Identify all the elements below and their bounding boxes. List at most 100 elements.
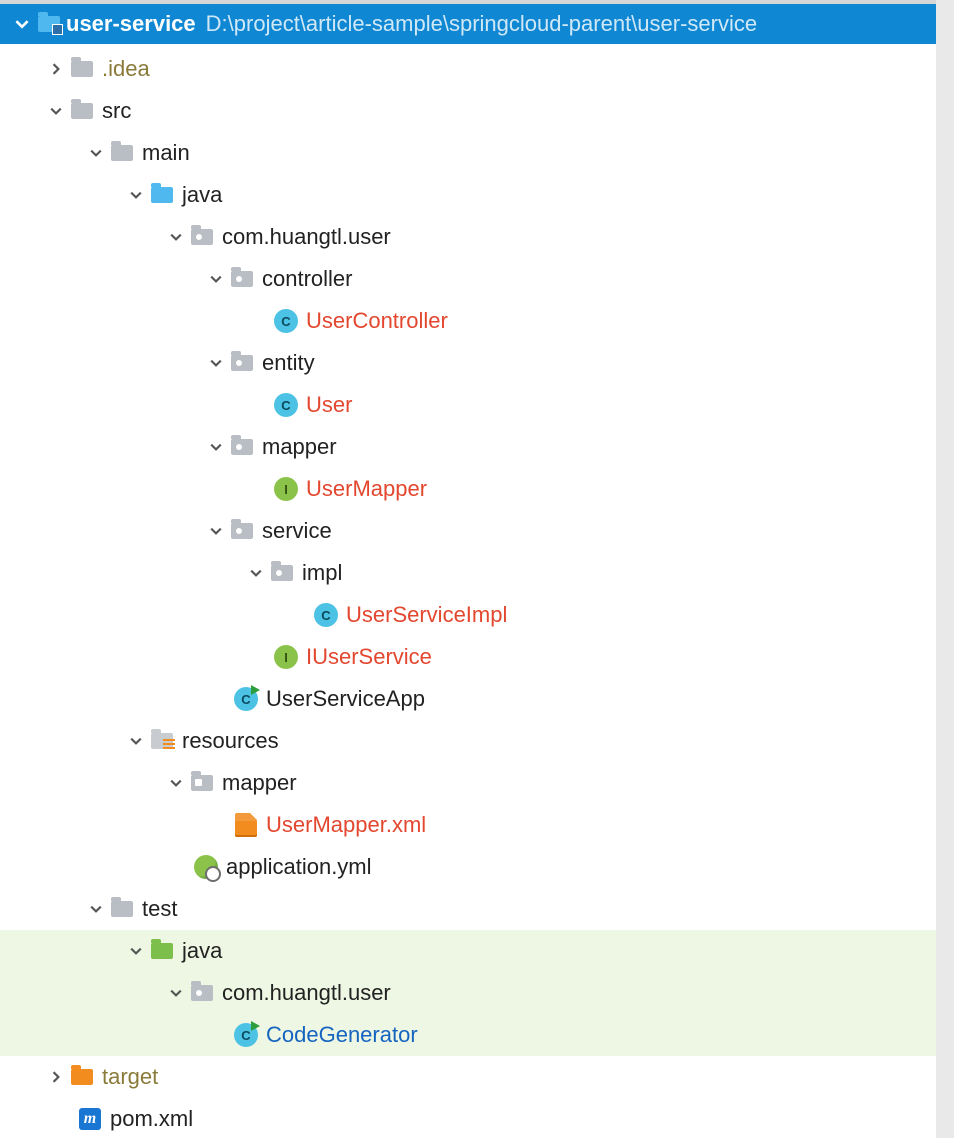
- xml-file-icon: [232, 813, 260, 837]
- tree-node-code-generator[interactable]: C CodeGenerator: [0, 1014, 954, 1056]
- module-icon: [38, 16, 60, 32]
- resources-folder-icon: [148, 733, 176, 749]
- tree-node-mapper[interactable]: mapper: [0, 426, 954, 468]
- class-icon: C: [272, 393, 300, 417]
- tree-node-user-service-app[interactable]: C UserServiceApp: [0, 678, 954, 720]
- tree-node-resources-mapper[interactable]: mapper: [0, 762, 954, 804]
- runnable-class-icon: C: [232, 687, 260, 711]
- tree-node-target[interactable]: target: [0, 1056, 954, 1098]
- interface-icon: I: [272, 645, 300, 669]
- node-label: UserServiceApp: [266, 686, 425, 712]
- tree-node-user-service-impl[interactable]: C UserServiceImpl: [0, 594, 954, 636]
- node-label: java: [182, 182, 222, 208]
- tree-node-java-main[interactable]: java: [0, 174, 954, 216]
- node-label: User: [306, 392, 352, 418]
- tree-node-package-main[interactable]: com.huangtl.user: [0, 216, 954, 258]
- chevron-down-icon[interactable]: [164, 987, 188, 999]
- node-label: mapper: [222, 770, 297, 796]
- folder-icon: [108, 901, 136, 917]
- package-icon: [188, 229, 216, 245]
- node-label: test: [142, 896, 177, 922]
- chevron-down-icon[interactable]: [204, 357, 228, 369]
- node-label: target: [102, 1064, 158, 1090]
- chevron-down-icon[interactable]: [124, 945, 148, 957]
- project-root-header[interactable]: user-service D:\project\article-sample\s…: [0, 4, 954, 44]
- package-icon: [228, 271, 256, 287]
- folder-icon: [108, 145, 136, 161]
- chevron-down-icon[interactable]: [84, 903, 108, 915]
- project-tree[interactable]: .idea src main java: [0, 44, 954, 1138]
- tree-node-idea[interactable]: .idea: [0, 48, 954, 90]
- tree-node-entity[interactable]: entity: [0, 342, 954, 384]
- tree-node-main[interactable]: main: [0, 132, 954, 174]
- node-label: controller: [262, 266, 352, 292]
- tree-node-user[interactable]: C User: [0, 384, 954, 426]
- chevron-down-icon[interactable]: [84, 147, 108, 159]
- node-label: mapper: [262, 434, 337, 460]
- node-label: UserController: [306, 308, 448, 334]
- tree-node-src[interactable]: src: [0, 90, 954, 132]
- chevron-down-icon[interactable]: [244, 567, 268, 579]
- tree-node-pom-xml[interactable]: m pom.xml: [0, 1098, 954, 1138]
- module-name: user-service: [66, 11, 196, 37]
- node-label: UserMapper: [306, 476, 427, 502]
- node-label: src: [102, 98, 131, 124]
- tree-node-package-test[interactable]: com.huangtl.user: [0, 972, 954, 1014]
- tree-node-user-mapper-xml[interactable]: UserMapper.xml: [0, 804, 954, 846]
- tree-node-user-controller[interactable]: C UserController: [0, 300, 954, 342]
- tree-node-test[interactable]: test: [0, 888, 954, 930]
- folder-icon: [68, 61, 96, 77]
- node-label: CodeGenerator: [266, 1022, 418, 1048]
- chevron-down-icon[interactable]: [164, 231, 188, 243]
- node-label: UserServiceImpl: [346, 602, 507, 628]
- project-tree-panel: user-service D:\project\article-sample\s…: [0, 0, 954, 1138]
- node-label: IUserService: [306, 644, 432, 670]
- tree-node-application-yml[interactable]: application.yml: [0, 846, 954, 888]
- tree-node-impl[interactable]: impl: [0, 552, 954, 594]
- node-label: service: [262, 518, 332, 544]
- tree-node-resources[interactable]: resources: [0, 720, 954, 762]
- chevron-right-icon[interactable]: [44, 1071, 68, 1083]
- runnable-class-icon: C: [232, 1023, 260, 1047]
- node-label: application.yml: [226, 854, 372, 880]
- maven-file-icon: m: [76, 1108, 104, 1130]
- tree-node-service[interactable]: service: [0, 510, 954, 552]
- interface-icon: I: [272, 477, 300, 501]
- chevron-down-icon[interactable]: [204, 525, 228, 537]
- class-icon: C: [312, 603, 340, 627]
- chevron-down-icon[interactable]: [124, 735, 148, 747]
- package-icon: [228, 355, 256, 371]
- test-source-folder-icon: [148, 943, 176, 959]
- package-icon: [188, 985, 216, 1001]
- package-icon: [228, 523, 256, 539]
- node-label: com.huangtl.user: [222, 224, 391, 250]
- chevron-down-icon[interactable]: [164, 777, 188, 789]
- tree-node-controller[interactable]: controller: [0, 258, 954, 300]
- tree-node-user-mapper[interactable]: I UserMapper: [0, 468, 954, 510]
- spring-config-icon: [192, 855, 220, 879]
- vertical-scrollbar[interactable]: [936, 0, 954, 1138]
- node-label: .idea: [102, 56, 150, 82]
- excluded-folder-icon: [68, 1069, 96, 1085]
- package-icon: [228, 439, 256, 455]
- tree-node-iuser-service[interactable]: I IUserService: [0, 636, 954, 678]
- source-folder-icon: [148, 187, 176, 203]
- node-label: main: [142, 140, 190, 166]
- chevron-right-icon[interactable]: [44, 63, 68, 75]
- chevron-down-icon[interactable]: [10, 17, 34, 31]
- node-label: entity: [262, 350, 315, 376]
- folder-icon: [188, 775, 216, 791]
- module-path: D:\project\article-sample\springcloud-pa…: [206, 11, 757, 37]
- class-icon: C: [272, 309, 300, 333]
- chevron-down-icon[interactable]: [204, 273, 228, 285]
- node-label: java: [182, 938, 222, 964]
- node-label: impl: [302, 560, 342, 586]
- package-icon: [268, 565, 296, 581]
- node-label: pom.xml: [110, 1106, 193, 1132]
- folder-icon: [68, 103, 96, 119]
- chevron-down-icon[interactable]: [204, 441, 228, 453]
- chevron-down-icon[interactable]: [124, 189, 148, 201]
- tree-node-java-test[interactable]: java: [0, 930, 954, 972]
- node-label: com.huangtl.user: [222, 980, 391, 1006]
- chevron-down-icon[interactable]: [44, 105, 68, 117]
